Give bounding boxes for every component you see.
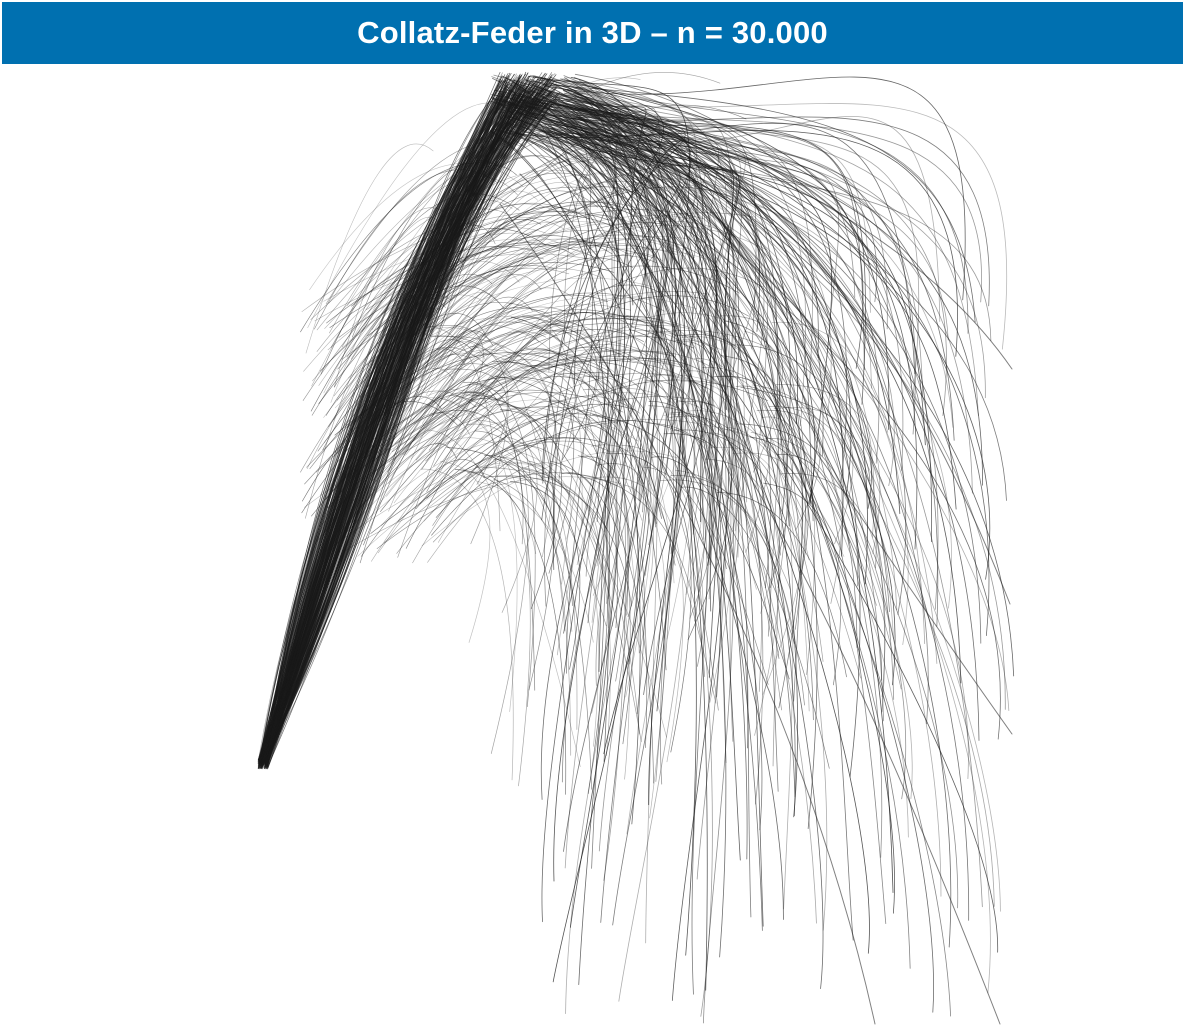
collatz-feather-image (257, 71, 1015, 1025)
page-title: Collatz-Feder in 3D – n = 30.000 (357, 15, 828, 50)
collatz-feather-render (0, 64, 1185, 1028)
title-bar: Collatz-Feder in 3D – n = 30.000 (2, 2, 1183, 64)
